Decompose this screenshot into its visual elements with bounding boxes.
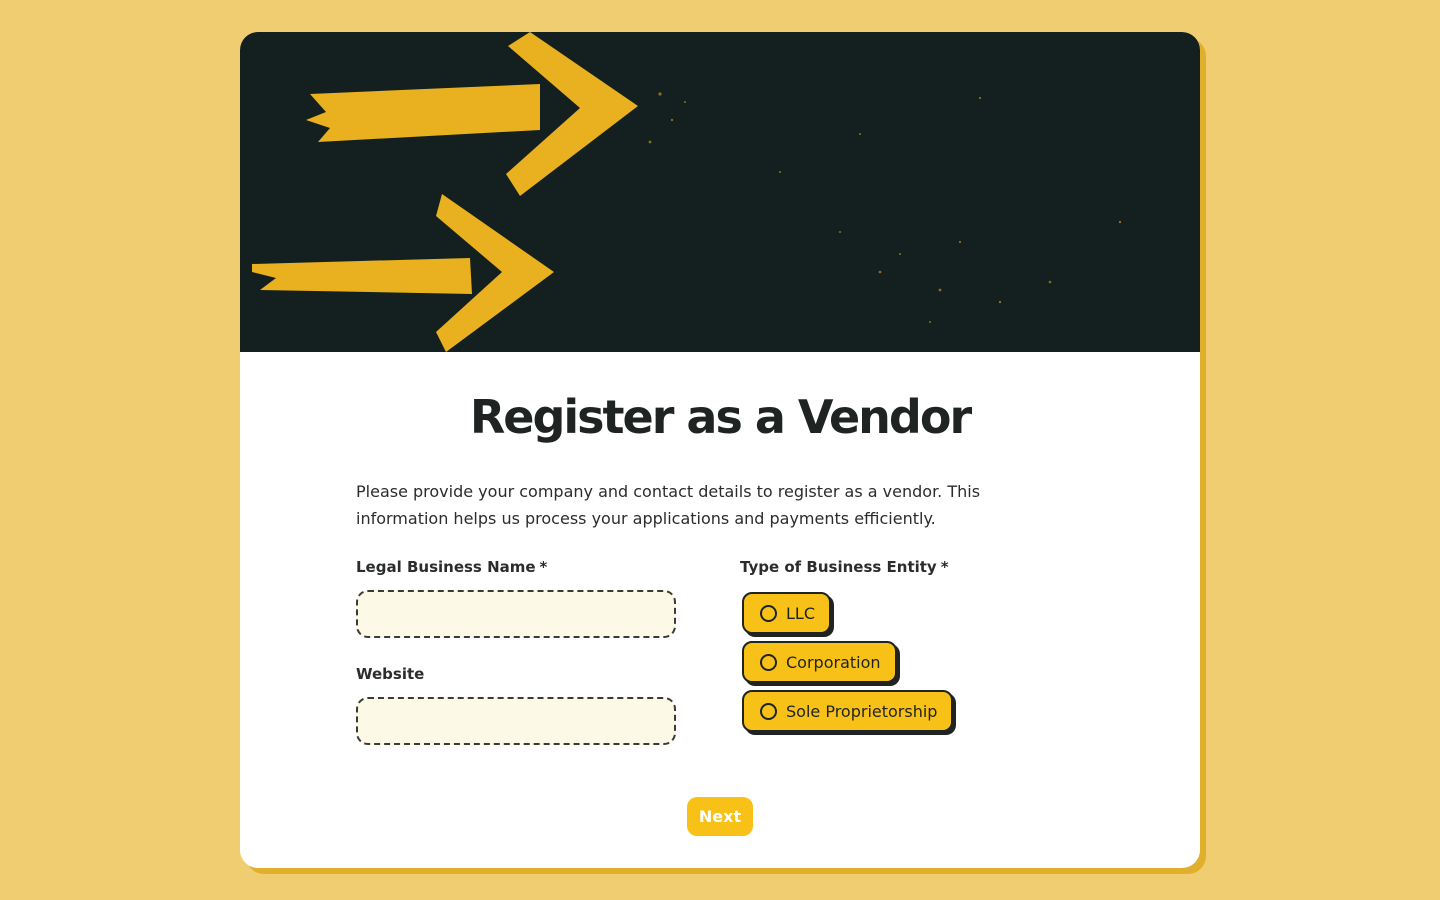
legal-business-name-input[interactable]: [356, 590, 676, 638]
intro-line-2: information helps us process your applic…: [356, 509, 936, 528]
website-input[interactable]: [356, 697, 676, 745]
legal-business-name-label-text: Legal Business Name: [356, 558, 536, 576]
radio-circle-icon: [760, 604, 777, 622]
radio-circle-icon: [760, 702, 777, 720]
intro-text: Please provide your company and contact …: [356, 478, 1036, 532]
required-marker: *: [539, 558, 548, 576]
entity-option-label: LLC: [786, 603, 815, 623]
radio-circle-icon: [760, 653, 777, 671]
business-entity-label: Type of Business Entity *: [740, 558, 949, 576]
entity-option-label: Sole Proprietorship: [786, 701, 938, 721]
entity-option-label: Corporation: [786, 652, 881, 672]
website-label-text: Website: [356, 665, 425, 683]
header-banner: [240, 32, 1200, 352]
entity-option-sole-proprietorship[interactable]: Sole Proprietorship: [742, 690, 954, 732]
business-entity-label-text: Type of Business Entity: [740, 558, 937, 576]
next-button[interactable]: Next: [687, 797, 753, 836]
legal-business-name-label: Legal Business Name *: [356, 558, 547, 576]
page-title: Register as a Vendor: [469, 390, 972, 444]
website-label: Website: [356, 665, 424, 683]
arrows-illustration-icon: [252, 32, 1122, 352]
required-marker: *: [940, 558, 949, 576]
entity-option-llc[interactable]: LLC: [742, 592, 831, 634]
intro-line-1: Please provide your company and contact …: [356, 482, 981, 501]
vendor-registration-card: Register as a Vendor Please provide your…: [240, 32, 1200, 868]
entity-option-corporation[interactable]: Corporation: [742, 641, 897, 683]
